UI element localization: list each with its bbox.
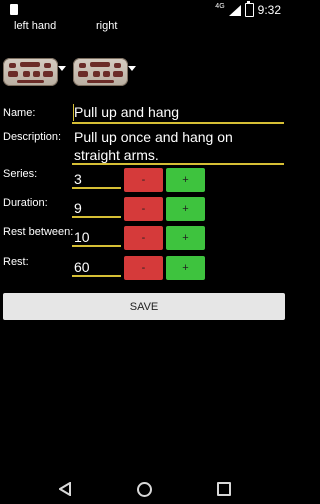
save-button[interactable]: SAVE bbox=[3, 293, 285, 320]
series-label: Series: bbox=[3, 168, 38, 180]
description-line-2: straight arms. bbox=[74, 147, 159, 163]
home-icon[interactable] bbox=[137, 482, 152, 497]
rest-between-plus-button[interactable]: + bbox=[166, 226, 205, 250]
back-icon[interactable] bbox=[59, 482, 71, 496]
duration-label: Duration: bbox=[3, 197, 48, 209]
description-label: Description: bbox=[3, 131, 62, 143]
name-label: Name: bbox=[3, 107, 36, 119]
recent-apps-icon[interactable] bbox=[217, 482, 231, 496]
rest-between-label: Rest between: bbox=[3, 226, 74, 238]
rest-label: Rest: bbox=[3, 256, 29, 268]
series-plus-button[interactable]: + bbox=[166, 168, 205, 192]
duration-minus-button[interactable]: - bbox=[124, 197, 163, 221]
name-field-underline bbox=[72, 122, 284, 124]
text-cursor bbox=[73, 104, 74, 121]
right-hand-board-icon[interactable] bbox=[73, 58, 128, 86]
battery-icon bbox=[244, 1, 254, 17]
status-time: 9:32 bbox=[257, 3, 281, 17]
rest-minus-button[interactable]: - bbox=[124, 256, 163, 280]
rest-field[interactable]: 60 bbox=[74, 259, 90, 275]
duration-plus-button[interactable]: + bbox=[166, 197, 205, 221]
signal-icon bbox=[228, 4, 241, 16]
series-field-underline bbox=[72, 187, 121, 189]
rest-between-minus-button[interactable]: - bbox=[124, 226, 163, 250]
left-hand-board-icon[interactable] bbox=[3, 58, 58, 86]
rest-between-field[interactable]: 10 bbox=[74, 229, 90, 245]
right-hand-dropdown-icon[interactable] bbox=[128, 66, 136, 71]
name-field[interactable]: Pull up and hang bbox=[74, 104, 179, 120]
duration-field-underline bbox=[72, 216, 121, 218]
description-field[interactable]: Pull up once and hang on straight arms. bbox=[74, 128, 233, 164]
description-field-underline bbox=[72, 163, 284, 165]
rest-plus-button[interactable]: + bbox=[166, 256, 205, 280]
status-bar: 4G 9:32 bbox=[0, 0, 288, 20]
series-minus-button[interactable]: - bbox=[124, 168, 163, 192]
series-field[interactable]: 3 bbox=[74, 171, 82, 187]
duration-field[interactable]: 9 bbox=[74, 200, 82, 216]
network-type: 4G bbox=[215, 2, 225, 10]
description-line-1: Pull up once and hang on bbox=[74, 129, 233, 145]
left-hand-dropdown-icon[interactable] bbox=[58, 66, 66, 71]
rest-field-underline bbox=[72, 275, 121, 277]
navigation-bar bbox=[0, 474, 288, 504]
rest-between-field-underline bbox=[72, 245, 121, 247]
left-hand-label: left hand bbox=[14, 20, 57, 32]
sim-card-icon bbox=[10, 4, 18, 15]
right-hand-label: right bbox=[96, 20, 118, 32]
